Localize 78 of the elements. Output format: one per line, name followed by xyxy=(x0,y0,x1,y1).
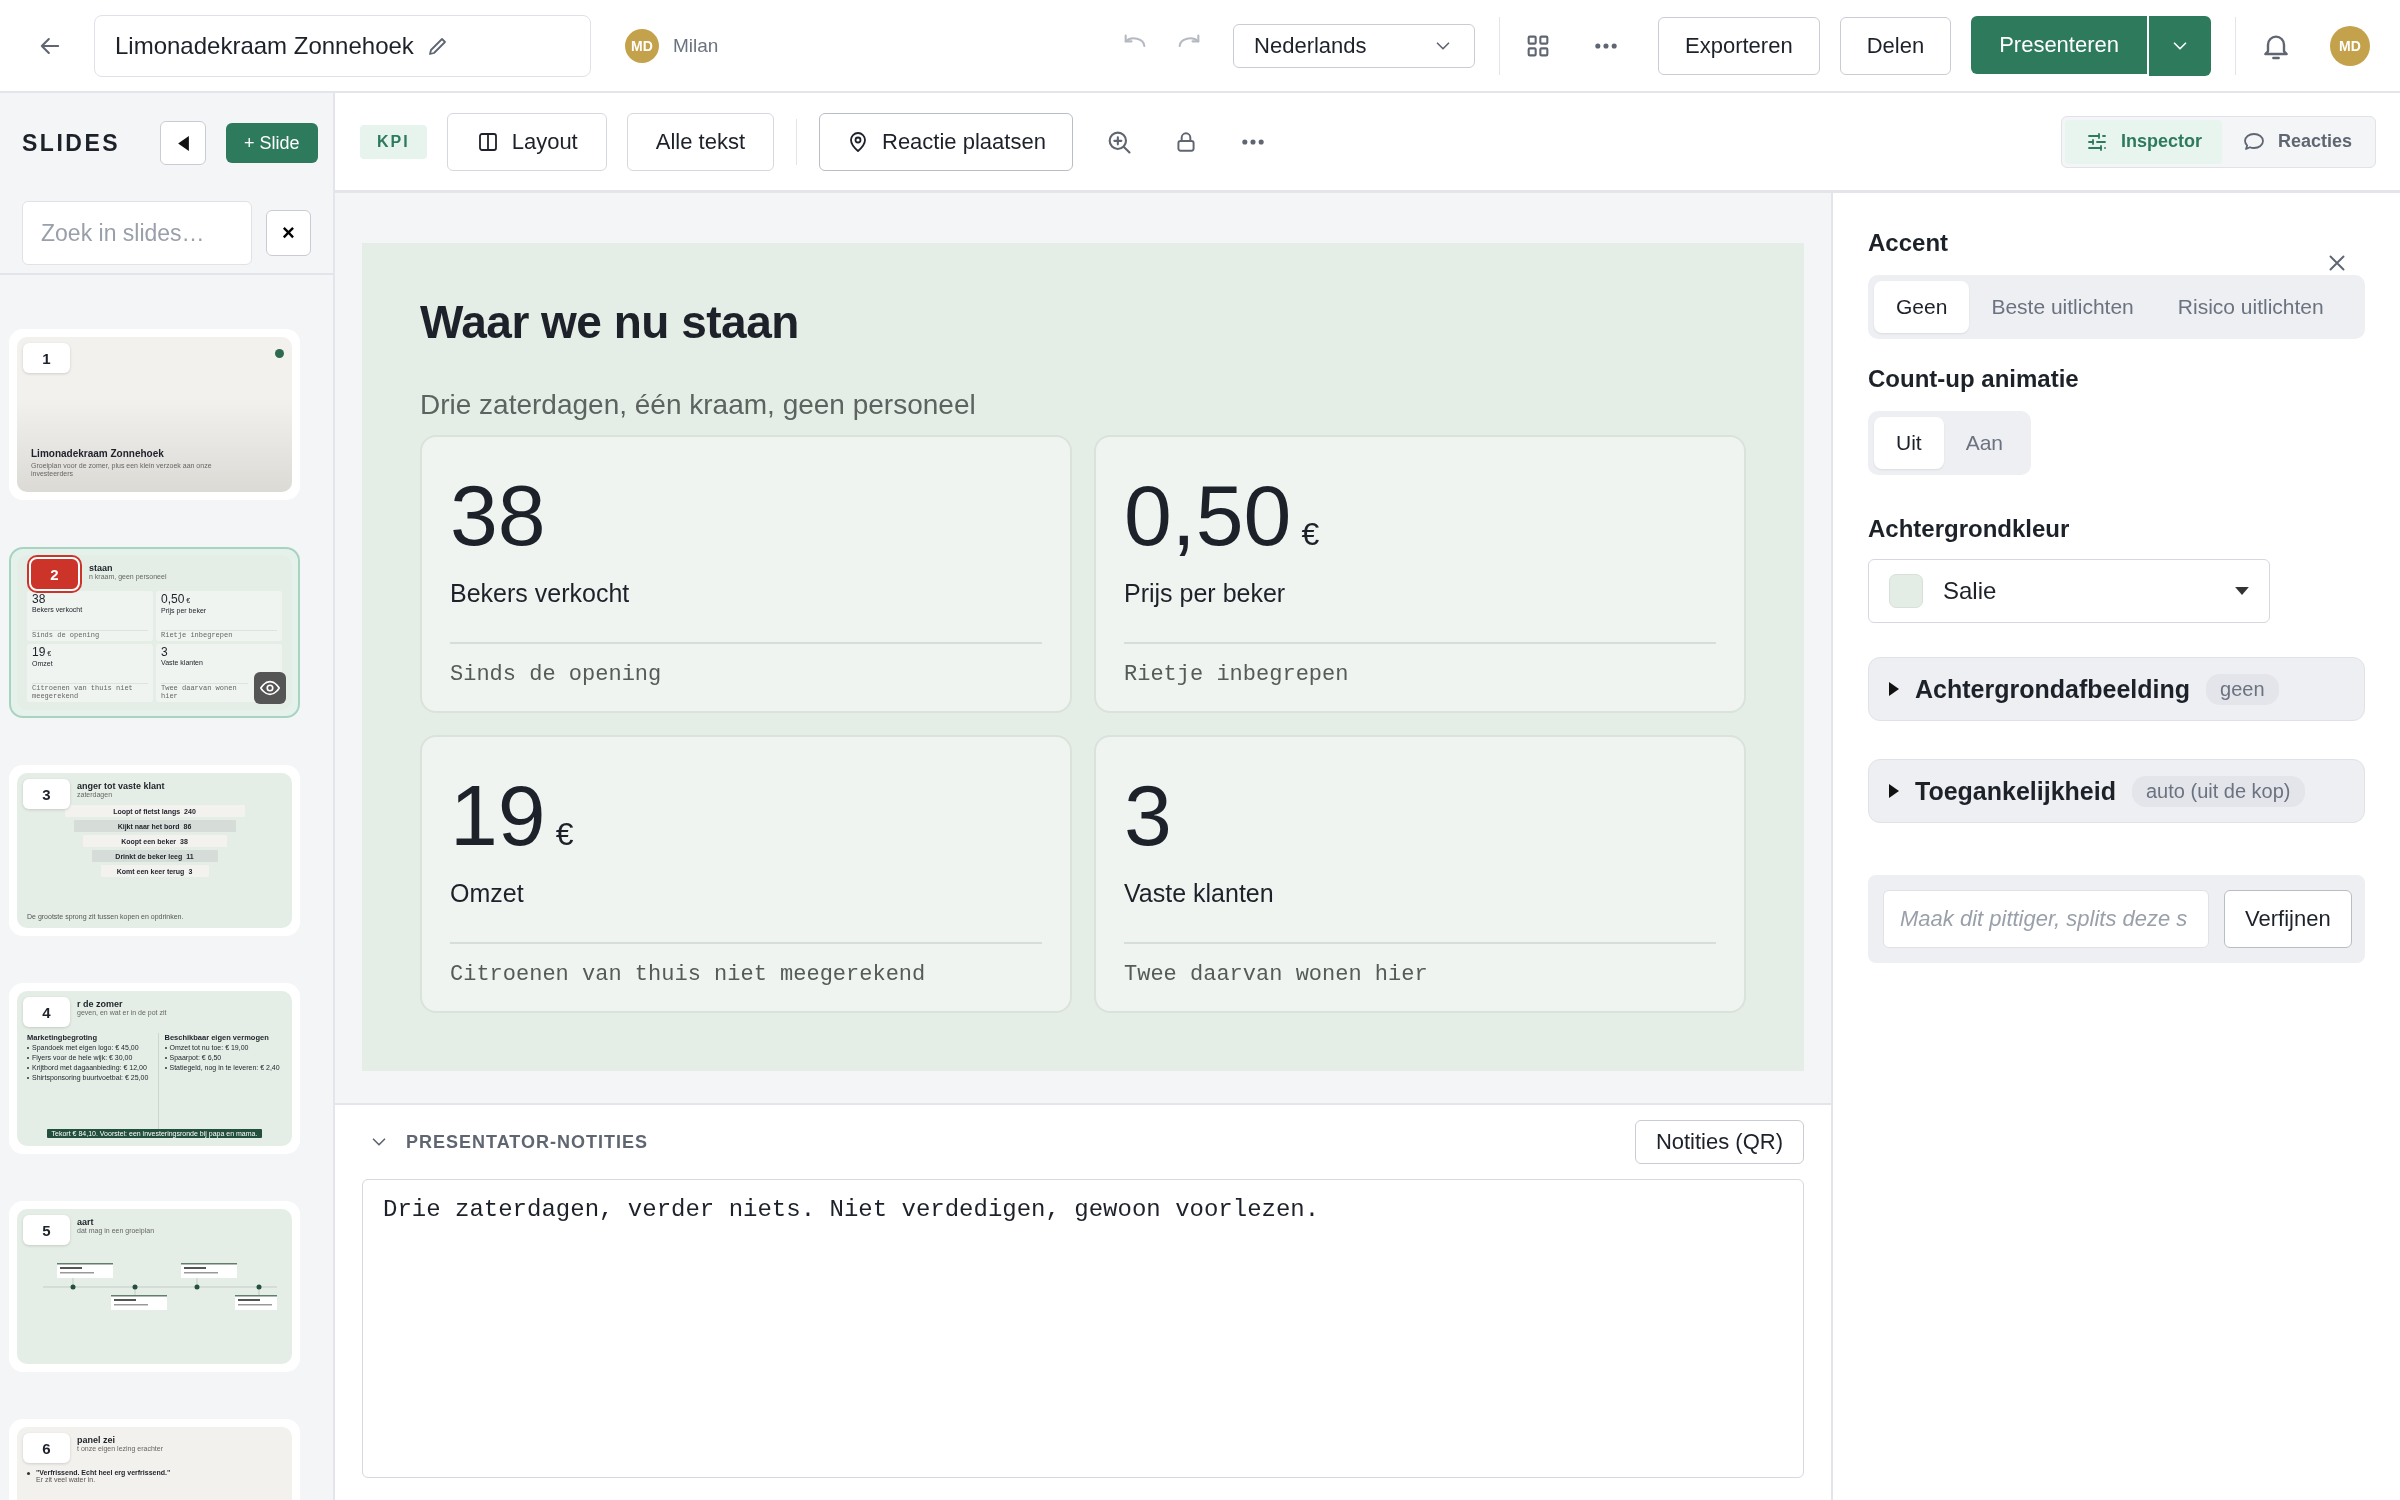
kpi-value: 0,50 xyxy=(1124,466,1292,565)
segment-option[interactable]: Aan xyxy=(1943,417,2026,469)
kpi-note: Citroenen van thuis niet meegerekend xyxy=(450,942,1042,987)
kpi-note: Twee daarvan wonen hier xyxy=(1124,942,1716,987)
section-title: Achtergrondafbeelding xyxy=(1915,674,2190,704)
section-label: Accent xyxy=(1868,229,1950,257)
panel-tab[interactable]: Reacties xyxy=(2221,119,2372,164)
kpi-label: Vaste klanten xyxy=(1124,879,1274,908)
present-menu-button[interactable] xyxy=(2149,15,2211,76)
value-tag: geen xyxy=(2206,673,2279,705)
refine-button[interactable]: Verfijnen xyxy=(2224,890,2352,948)
kpi-value: 19 xyxy=(32,646,46,660)
export-button[interactable]: Exporteren xyxy=(1658,16,1820,75)
preview-button[interactable] xyxy=(254,672,286,704)
kpi-label: Bekers verkocht xyxy=(450,579,630,608)
thumbnail-title: aart xyxy=(77,1217,94,1227)
add-slide-button[interactable]: + Slide xyxy=(226,123,318,163)
collapse-button[interactable] xyxy=(160,121,207,165)
slide-title: Waar we nu staan xyxy=(420,295,800,349)
kpi-label: Omzet xyxy=(450,879,524,908)
clear-button[interactable]: × xyxy=(266,210,311,256)
kpi-unit: € xyxy=(555,818,574,850)
logo-icon xyxy=(275,349,284,358)
thumbnail-title: Limonadekraam Zonnehoek xyxy=(31,448,164,460)
present-button[interactable]: Presenteren xyxy=(1971,15,2147,74)
thumbnail-title: anger tot vaste klant xyxy=(77,781,165,791)
color-dropdown[interactable]: Salie xyxy=(1868,559,2270,623)
bullet-icon xyxy=(27,1472,30,1475)
section-label: Count-up animatie xyxy=(1868,365,2080,393)
search-field[interactable]: Zoek in slides… xyxy=(22,201,252,265)
user-name: Milan xyxy=(673,34,719,57)
panel-tab[interactable]: Inspector xyxy=(2064,119,2222,164)
slide-number: 4 xyxy=(23,997,70,1027)
language-dropdown[interactable]: Nederlands xyxy=(1233,23,1476,68)
kpi-value: 19 xyxy=(450,766,546,865)
segment-option[interactable]: Beste uitlichten xyxy=(1969,281,2156,333)
slide-number: 6 xyxy=(23,1433,70,1463)
kpi-label: Prijs per beker xyxy=(1124,579,1286,608)
layout-tag: KPI xyxy=(360,124,427,159)
segment-option[interactable]: Uit xyxy=(1874,417,1944,469)
thumbnail-title: staan xyxy=(89,563,113,573)
kpi-note: Sinds de opening xyxy=(450,642,1042,687)
color-swatch xyxy=(1889,574,1923,608)
all-text-button[interactable]: Alle tekst xyxy=(626,112,774,171)
share-button[interactable]: Delen xyxy=(1839,16,1952,75)
dropdown-caret-icon xyxy=(2235,587,2249,595)
segment-option[interactable]: Risico uitlichten xyxy=(2155,281,2346,333)
slide-number: 1 xyxy=(23,343,70,373)
kpi-note: Rietje inbegrepen xyxy=(1124,642,1716,687)
thumbnail-title: r de zomer xyxy=(77,999,123,1009)
triangle-left-icon xyxy=(177,135,189,151)
kpi-value: 3 xyxy=(161,646,168,660)
comment-button[interactable]: Reactie plaatsen xyxy=(819,112,1073,171)
dropdown-value: Salie xyxy=(1943,577,1997,605)
slide-number: 3 xyxy=(23,779,70,809)
layout-button[interactable]: Layout xyxy=(446,112,607,171)
section-label: Achtergrondkleur xyxy=(1868,515,2071,543)
notes-heading: PRESENTATOR-NOTITIES xyxy=(406,1131,648,1153)
kpi-value: 38 xyxy=(32,593,46,606)
collapsible-section[interactable]: Toegankelijkheid auto (uit de kop) xyxy=(1868,759,2365,823)
kpi-unit: € xyxy=(1301,518,1320,550)
slide-number: 5 xyxy=(23,1215,70,1245)
kpi-value: 3 xyxy=(1124,766,1172,865)
notes-field[interactable]: Drie zaterdagen, verder niets. Niet verdedigen, gewoon voorlezen. xyxy=(362,1179,1804,1478)
notes-qr-button[interactable]: Notities (QR) xyxy=(1634,1120,1804,1164)
value-tag: auto (uit de kop) xyxy=(2132,775,2305,807)
sidebar-title: SLIDES xyxy=(22,129,121,157)
title-field[interactable]: Limonadekraam Zonnehoek xyxy=(94,14,591,77)
slide-subtitle: Drie zaterdagen, één kraam, geen personeel xyxy=(420,389,977,421)
refine-field[interactable]: Maak dit pittiger, splits deze s xyxy=(1883,890,2209,948)
thumbnail-title: panel zei xyxy=(77,1435,115,1445)
slide-thumbnail[interactable] xyxy=(9,983,300,1154)
segment-option[interactable]: Geen xyxy=(1874,281,1970,333)
kpi-value: 0,50 xyxy=(161,593,185,606)
section-title: Toegankelijkheid xyxy=(1915,776,2116,806)
collapsible-section[interactable]: Achtergrondafbeelding geen xyxy=(1868,657,2365,721)
avatar: MD xyxy=(625,28,659,63)
kpi-value: 38 xyxy=(450,466,546,565)
